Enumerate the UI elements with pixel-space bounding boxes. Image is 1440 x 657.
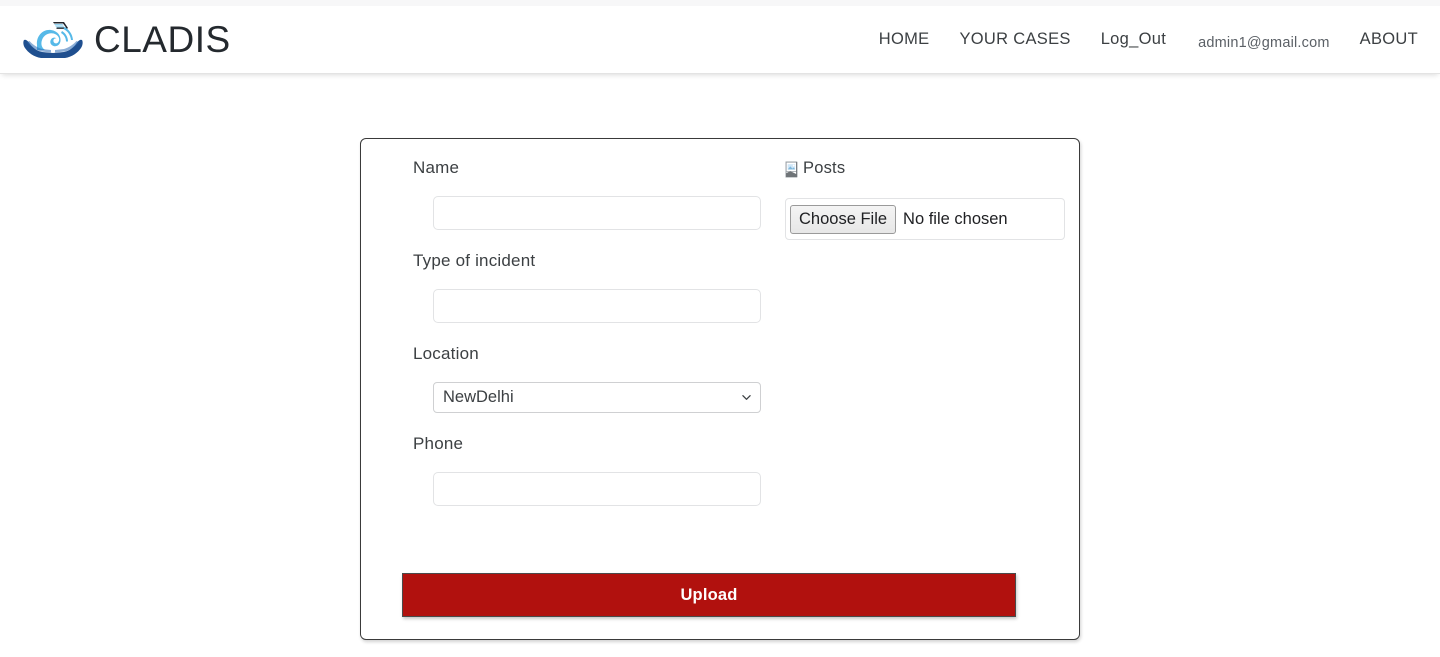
location-select[interactable]: NewDelhi (433, 382, 761, 413)
form-right-column: Posts Choose File No file chosen (773, 139, 1079, 526)
nav-link-about[interactable]: ABOUT (1360, 30, 1418, 49)
broken-image-icon (785, 161, 798, 177)
hands-holding-wave-house-logo-icon (23, 21, 83, 58)
incident-type-input[interactable] (433, 289, 761, 323)
phone-input[interactable] (433, 472, 761, 506)
field-phone: Phone (413, 433, 773, 506)
nav-user-email[interactable]: admin1@gmail.com (1198, 35, 1330, 51)
name-input[interactable] (433, 196, 761, 230)
file-status-text: No file chosen (903, 209, 1008, 228)
upload-button[interactable]: Upload (402, 573, 1016, 617)
file-upload-field[interactable]: Choose File No file chosen (785, 198, 1065, 240)
page-body: Name Type of incident Location NewDelhi (0, 74, 1440, 657)
label-incident-type: Type of incident (413, 251, 536, 270)
image-preview-alt-text: Posts (803, 159, 846, 177)
form-grid: Name Type of incident Location NewDelhi (361, 139, 1079, 526)
nav-link-home[interactable]: HOME (879, 30, 930, 49)
brand-logo-link[interactable]: CLADIS (22, 18, 231, 62)
brand-name: CLADIS (94, 19, 231, 60)
label-name: Name (413, 158, 460, 177)
nav-link-your-cases[interactable]: YOUR CASES (959, 30, 1070, 49)
nav-link-logout[interactable]: Log_Out (1101, 30, 1166, 49)
main-nav: HOME YOUR CASES Log_Out admin1@gmail.com… (879, 30, 1418, 51)
site-header: CLADIS HOME YOUR CASES Log_Out admin1@gm… (0, 6, 1440, 74)
choose-file-button[interactable]: Choose File (790, 204, 897, 234)
field-location: Location NewDelhi (413, 343, 773, 413)
upload-case-form-card: Name Type of incident Location NewDelhi (360, 138, 1080, 640)
label-phone: Phone (413, 434, 464, 453)
field-name: Name (413, 157, 773, 230)
label-location: Location (413, 344, 479, 363)
form-left-column: Name Type of incident Location NewDelhi (361, 139, 773, 526)
location-select-wrapper: NewDelhi (433, 382, 761, 413)
image-preview-broken: Posts (785, 157, 1079, 179)
field-incident-type: Type of incident (413, 250, 773, 323)
